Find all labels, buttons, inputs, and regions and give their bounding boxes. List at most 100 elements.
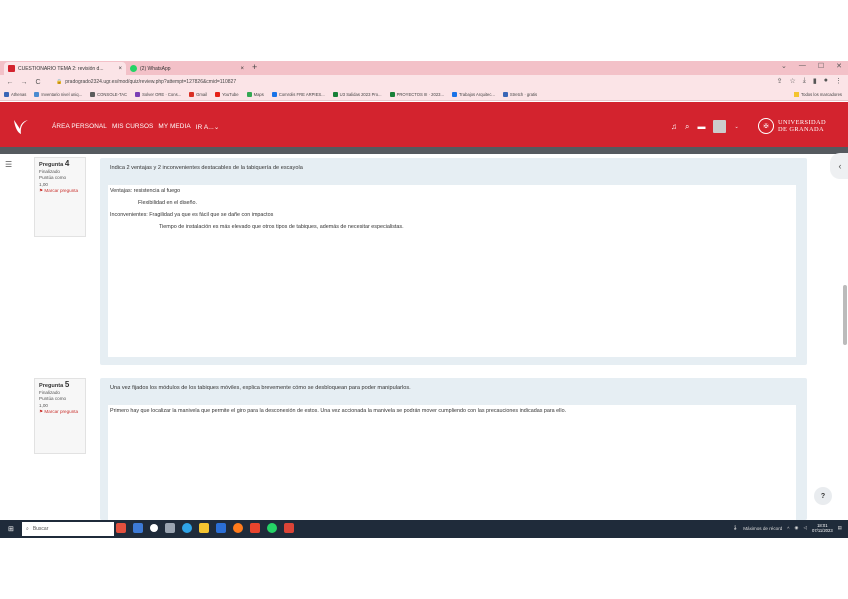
chevron-left-icon: ‹: [838, 161, 842, 171]
wifi-icon[interactable]: ◉: [794, 525, 798, 531]
volume-icon[interactable]: ◁: [803, 525, 807, 531]
search-placeholder: Buscar: [32, 526, 49, 532]
prado-logo-icon[interactable]: [12, 118, 30, 136]
maximize-icon[interactable]: ☐: [818, 62, 824, 70]
question-5-info: Pregunta 5 Finalizado Puntúa como 1,00 ⚑…: [34, 378, 86, 454]
close-window-icon[interactable]: ✕: [836, 62, 842, 70]
notifications-bell-icon[interactable]: ♫: [671, 122, 677, 131]
bookmark-favicon-icon: [90, 92, 96, 97]
university-brand[interactable]: ✠ UNIVERSIDAD DE GRANADA: [758, 118, 826, 134]
answer-line: Flexibilidad en el diseño.: [138, 200, 198, 206]
university-seal-icon: ✠: [758, 118, 774, 134]
close-tab-icon[interactable]: ×: [118, 66, 122, 72]
university-name-line1: UNIVERSIDAD: [778, 119, 827, 126]
bookmark-item[interactable]: Maps: [246, 92, 264, 97]
bookmark-item[interactable]: CONSOLE-TAC: [90, 92, 127, 97]
bookmark-item[interactable]: Athenas: [4, 92, 26, 97]
question-number-label: Pregunta: [39, 383, 64, 389]
bookmark-item[interactable]: U3 Salidas 2023 Pro...: [332, 92, 382, 97]
user-avatar[interactable]: [713, 120, 727, 133]
answer-line: Primero hay que localizar la manivela qu…: [110, 408, 567, 414]
question-number-label: Pregunta: [39, 162, 64, 168]
sidebar-icon[interactable]: ▮: [813, 77, 817, 85]
bookmark-item[interactable]: PROYECTOS III · 2023...: [389, 92, 444, 97]
flag-question-link[interactable]: ⚑ Marcar pregunta: [39, 188, 81, 195]
store-icon[interactable]: [216, 523, 226, 533]
edge-icon[interactable]: [182, 523, 192, 533]
tab-label: (2) WhatsApp: [140, 65, 171, 72]
main-navigation: ÁREA PERSONAL MIS CURSOS MY MEDIA IR A..…: [52, 123, 219, 131]
app-icon[interactable]: [165, 523, 175, 533]
moodle-favicon-icon: [8, 65, 15, 72]
download-icon[interactable]: ⤓: [803, 77, 806, 85]
bookmark-label: YouTube: [222, 92, 239, 97]
reload-icon[interactable]: C: [34, 79, 42, 86]
back-icon[interactable]: ←: [6, 79, 14, 86]
bookmark-label: Stretch · gratis: [509, 92, 538, 97]
bookmark-item[interactable]: Gmail: [189, 92, 207, 97]
tab-search-icon[interactable]: ⌄: [781, 62, 787, 70]
taskbar-search-input[interactable]: ⌕ Buscar: [22, 522, 114, 536]
chat-icon[interactable]: ▬: [697, 122, 705, 131]
bookmark-item[interactable]: Trabajos Arquitec...: [451, 92, 495, 97]
question-4-prompt: Indica 2 ventajas y 2 inconvenientes des…: [110, 165, 303, 171]
firefox-icon[interactable]: [233, 523, 243, 533]
menu-kebab-icon[interactable]: ⋮: [835, 77, 842, 85]
close-tab-icon[interactable]: ×: [240, 66, 244, 72]
nav-area-personal[interactable]: ÁREA PERSONAL: [52, 123, 107, 131]
bookmark-favicon-icon: [332, 92, 338, 97]
brave-icon[interactable]: [250, 523, 260, 533]
taskbar-clock[interactable]: 18:01 07/11/2023: [812, 523, 833, 533]
bookmark-favicon-icon: [246, 92, 252, 97]
whatsapp-icon[interactable]: [267, 523, 277, 533]
bookmark-item[interactable]: Comrolis FRE ARPIES...: [271, 92, 325, 97]
bookmark-item[interactable]: Inventario nivel uniq...: [34, 92, 82, 97]
minimize-icon[interactable]: —: [799, 62, 806, 70]
forward-icon[interactable]: →: [20, 79, 28, 86]
windows-start-icon[interactable]: ⊞: [8, 525, 14, 533]
messages-icon[interactable]: ⌕: [685, 122, 689, 132]
nav-my-media[interactable]: MY MEDIA: [158, 123, 190, 131]
user-menu-chevron-icon[interactable]: ⌄: [734, 124, 738, 130]
tab-quiz[interactable]: CUESTIONARIO TEMA 2: revisión d... ×: [4, 62, 126, 75]
nav-ir-a[interactable]: IR A...⌄: [196, 123, 220, 131]
question-4-info: Pregunta 4 Finalizado Puntúa como 1,00 ⚑…: [34, 157, 86, 237]
clock-date: 07/11/2023: [812, 528, 833, 533]
weather-text[interactable]: Máximos de récord: [743, 526, 782, 531]
flag-question-link[interactable]: ⚑ Marcar pregunta: [39, 409, 81, 416]
bookmark-favicon-icon: [451, 92, 457, 97]
bookmark-label: Maps: [253, 92, 264, 97]
chrome-icon[interactable]: [284, 523, 294, 533]
bookmark-favicon-icon: [4, 92, 9, 97]
block-drawer-toggle[interactable]: ‹: [830, 153, 848, 179]
task-view-icon[interactable]: [150, 524, 158, 532]
windows-taskbar: ⊞ ⌕ Buscar 🌡 Máximos de récord ^ ◉ ◁ 18:…: [0, 520, 848, 538]
nav-mis-cursos[interactable]: MIS CURSOS: [112, 123, 153, 131]
course-index-toggle-icon[interactable]: ☰: [5, 160, 12, 169]
browser-tab-strip: CUESTIONARIO TEMA 2: revisión d... × (2)…: [0, 61, 848, 75]
weather-icon: 🌡: [732, 525, 739, 530]
bookmark-item[interactable]: YouTube: [215, 92, 239, 97]
help-button[interactable]: ?: [814, 487, 832, 505]
bookmark-favicon-icon: [189, 92, 195, 97]
url-input[interactable]: 🔒 pradogrado2324.ugr.es/mod/quiz/review.…: [56, 77, 756, 87]
app-icon[interactable]: [133, 523, 143, 533]
profile-icon[interactable]: ●: [824, 77, 828, 85]
question-5-prompt: Una vez fijados los módulos de los tabiq…: [110, 385, 411, 391]
widgets-icon[interactable]: [116, 523, 126, 533]
bookmark-favicon-icon: [502, 92, 508, 97]
file-explorer-icon[interactable]: [199, 523, 209, 533]
bookmark-star-icon[interactable]: ☆: [790, 77, 796, 85]
bookmark-item[interactable]: Solver ORE · Cons...: [135, 92, 181, 97]
tab-whatsapp[interactable]: (2) WhatsApp ×: [126, 62, 248, 75]
folder-icon: [794, 92, 800, 97]
other-bookmarks-folder[interactable]: Todos los marcadores: [794, 92, 842, 97]
bookmark-item[interactable]: Stretch · gratis: [502, 92, 538, 97]
bookmark-favicon-icon: [135, 92, 141, 97]
bookmark-label: Comrolis FRE ARPIES...: [278, 92, 325, 97]
notifications-icon[interactable]: ▤: [838, 525, 842, 531]
page-scrollbar[interactable]: [843, 285, 847, 345]
tray-chevron-icon[interactable]: ^: [787, 526, 789, 531]
share-icon[interactable]: ⇪: [777, 77, 783, 85]
new-tab-button[interactable]: +: [252, 62, 257, 72]
